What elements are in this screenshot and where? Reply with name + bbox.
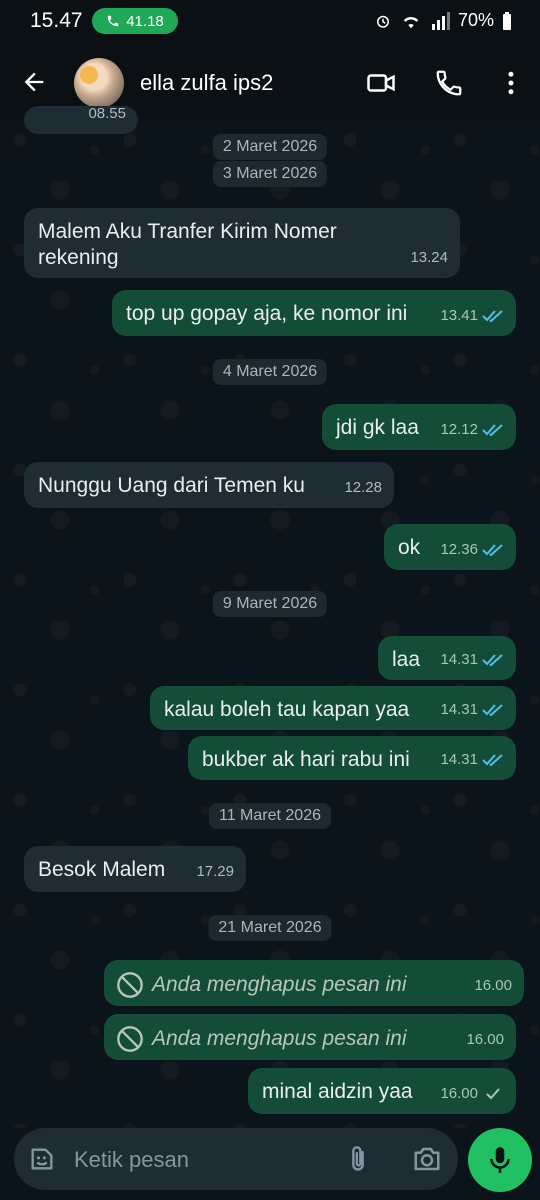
- voice-record-button[interactable]: [468, 1128, 532, 1192]
- message-time: 14.31: [440, 701, 478, 718]
- date-chip: 3 Maret 2026: [212, 161, 328, 187]
- deleted-message-text: Anda menghapus pesan ini: [152, 1027, 407, 1050]
- message-outgoing[interactable]: minal aidzin yaa 16.00: [248, 1068, 516, 1114]
- message-input[interactable]: Ketik pesan: [14, 1128, 458, 1190]
- message-time: 13.41: [440, 307, 478, 324]
- message-time: 12.28: [344, 479, 382, 496]
- date-chip: 4 Maret 2026: [212, 359, 328, 385]
- alarm-icon: [376, 15, 389, 28]
- date-chip: 21 Maret 2026: [208, 915, 332, 941]
- message-text: Nunggu Uang dari Temen ku: [38, 474, 305, 497]
- deleted-prohibited-icon: [117, 1026, 143, 1052]
- read-double-tick-icon: [482, 754, 503, 767]
- read-double-tick-icon: [482, 424, 503, 437]
- microphone-icon: [490, 1147, 510, 1173]
- message-time: 14.31: [440, 751, 478, 768]
- battery-percent: 70%: [457, 10, 494, 30]
- message-incoming[interactable]: Malem Aku Tranfer Kirim Nomer rekening 1…: [24, 208, 460, 278]
- message-time: 12.36: [440, 541, 478, 558]
- read-double-tick-icon: [482, 654, 503, 667]
- battery-icon: [503, 11, 511, 30]
- phone-icon: [107, 15, 119, 27]
- message-incoming[interactable]: Nunggu Uang dari Temen ku 12.28: [24, 462, 394, 508]
- ongoing-call-pill[interactable]: 41.18: [92, 8, 178, 34]
- video-call-icon[interactable]: [366, 68, 396, 98]
- message-text: top up gopay aja, ke nomor ini: [126, 302, 408, 325]
- message-time: 16.00: [474, 977, 512, 994]
- message-text-line: rekening: [38, 246, 119, 269]
- status-bar: 15.47 41.18 70%: [0, 0, 540, 44]
- call-timer: 41.18: [126, 12, 164, 30]
- message-placeholder: Ketik pesan: [74, 1147, 189, 1172]
- contact-name[interactable]: ella zulfa ips2: [140, 70, 273, 96]
- date-chip: 9 Maret 2026: [212, 591, 328, 617]
- message-time: 12.12: [440, 421, 478, 438]
- back-arrow-icon[interactable]: [20, 68, 48, 96]
- message-incoming[interactable]: Besok Malem 17.29: [24, 846, 246, 892]
- composer-bar: Ketik pesan: [0, 1128, 540, 1200]
- message-time: 16.00: [440, 1085, 478, 1102]
- read-double-tick-icon: [482, 310, 503, 323]
- emoji-sticker-icon[interactable]: [28, 1145, 56, 1173]
- message-list[interactable]: 08.55 2 Maret 2026 3 Maret 2026 Malem Ak…: [0, 105, 540, 1128]
- message-text: ok: [398, 536, 421, 559]
- message-outgoing[interactable]: top up gopay aja, ke nomor ini 13.41: [112, 290, 516, 336]
- message-text-line: Malem Aku Tranfer Kirim Nomer: [38, 220, 337, 243]
- read-double-tick-icon: [482, 544, 503, 557]
- message-text: jdi gk laa: [336, 416, 419, 439]
- message-incoming-partial[interactable]: 08.55: [24, 105, 138, 134]
- camera-icon[interactable]: [412, 1144, 442, 1174]
- signal-icon: [431, 11, 450, 30]
- deleted-prohibited-icon: [117, 972, 143, 998]
- message-time: 14.31: [440, 651, 478, 668]
- message-deleted[interactable]: Anda menghapus pesan ini 16.00: [104, 960, 524, 1006]
- message-deleted[interactable]: Anda menghapus pesan ini 16.00: [104, 1014, 516, 1060]
- message-time: 17.29: [196, 863, 234, 880]
- status-time: 15.47: [30, 9, 83, 32]
- message-time: 16.00: [466, 1031, 504, 1048]
- wifi-icon: [403, 16, 419, 28]
- message-time: 08.55: [88, 105, 126, 122]
- sent-single-tick-icon: [486, 1088, 500, 1100]
- message-text: bukber ak hari rabu ini: [202, 748, 410, 771]
- message-outgoing[interactable]: kalau boleh tau kapan yaa 14.31: [150, 686, 516, 730]
- message-outgoing[interactable]: bukber ak hari rabu ini 14.31: [188, 736, 516, 780]
- date-chip: 2 Maret 2026: [212, 134, 328, 160]
- deleted-message-text: Anda menghapus pesan ini: [152, 973, 407, 996]
- message-time: 13.24: [410, 249, 448, 266]
- attach-paperclip-icon[interactable]: [344, 1144, 372, 1174]
- voice-call-icon[interactable]: [434, 68, 464, 98]
- date-chip: 11 Maret 2026: [209, 803, 331, 829]
- message-outgoing[interactable]: ok 12.36: [384, 524, 516, 570]
- message-outgoing[interactable]: laa 14.31: [378, 636, 516, 680]
- message-text: laa: [392, 648, 421, 671]
- message-text: minal aidzin yaa: [262, 1080, 413, 1103]
- message-text: Besok Malem: [38, 858, 166, 881]
- message-outgoing[interactable]: jdi gk laa 12.12: [322, 404, 516, 450]
- message-text: kalau boleh tau kapan yaa: [164, 698, 410, 721]
- read-double-tick-icon: [482, 704, 503, 717]
- more-options-icon[interactable]: [496, 68, 526, 98]
- system-icons: 70%: [374, 10, 512, 31]
